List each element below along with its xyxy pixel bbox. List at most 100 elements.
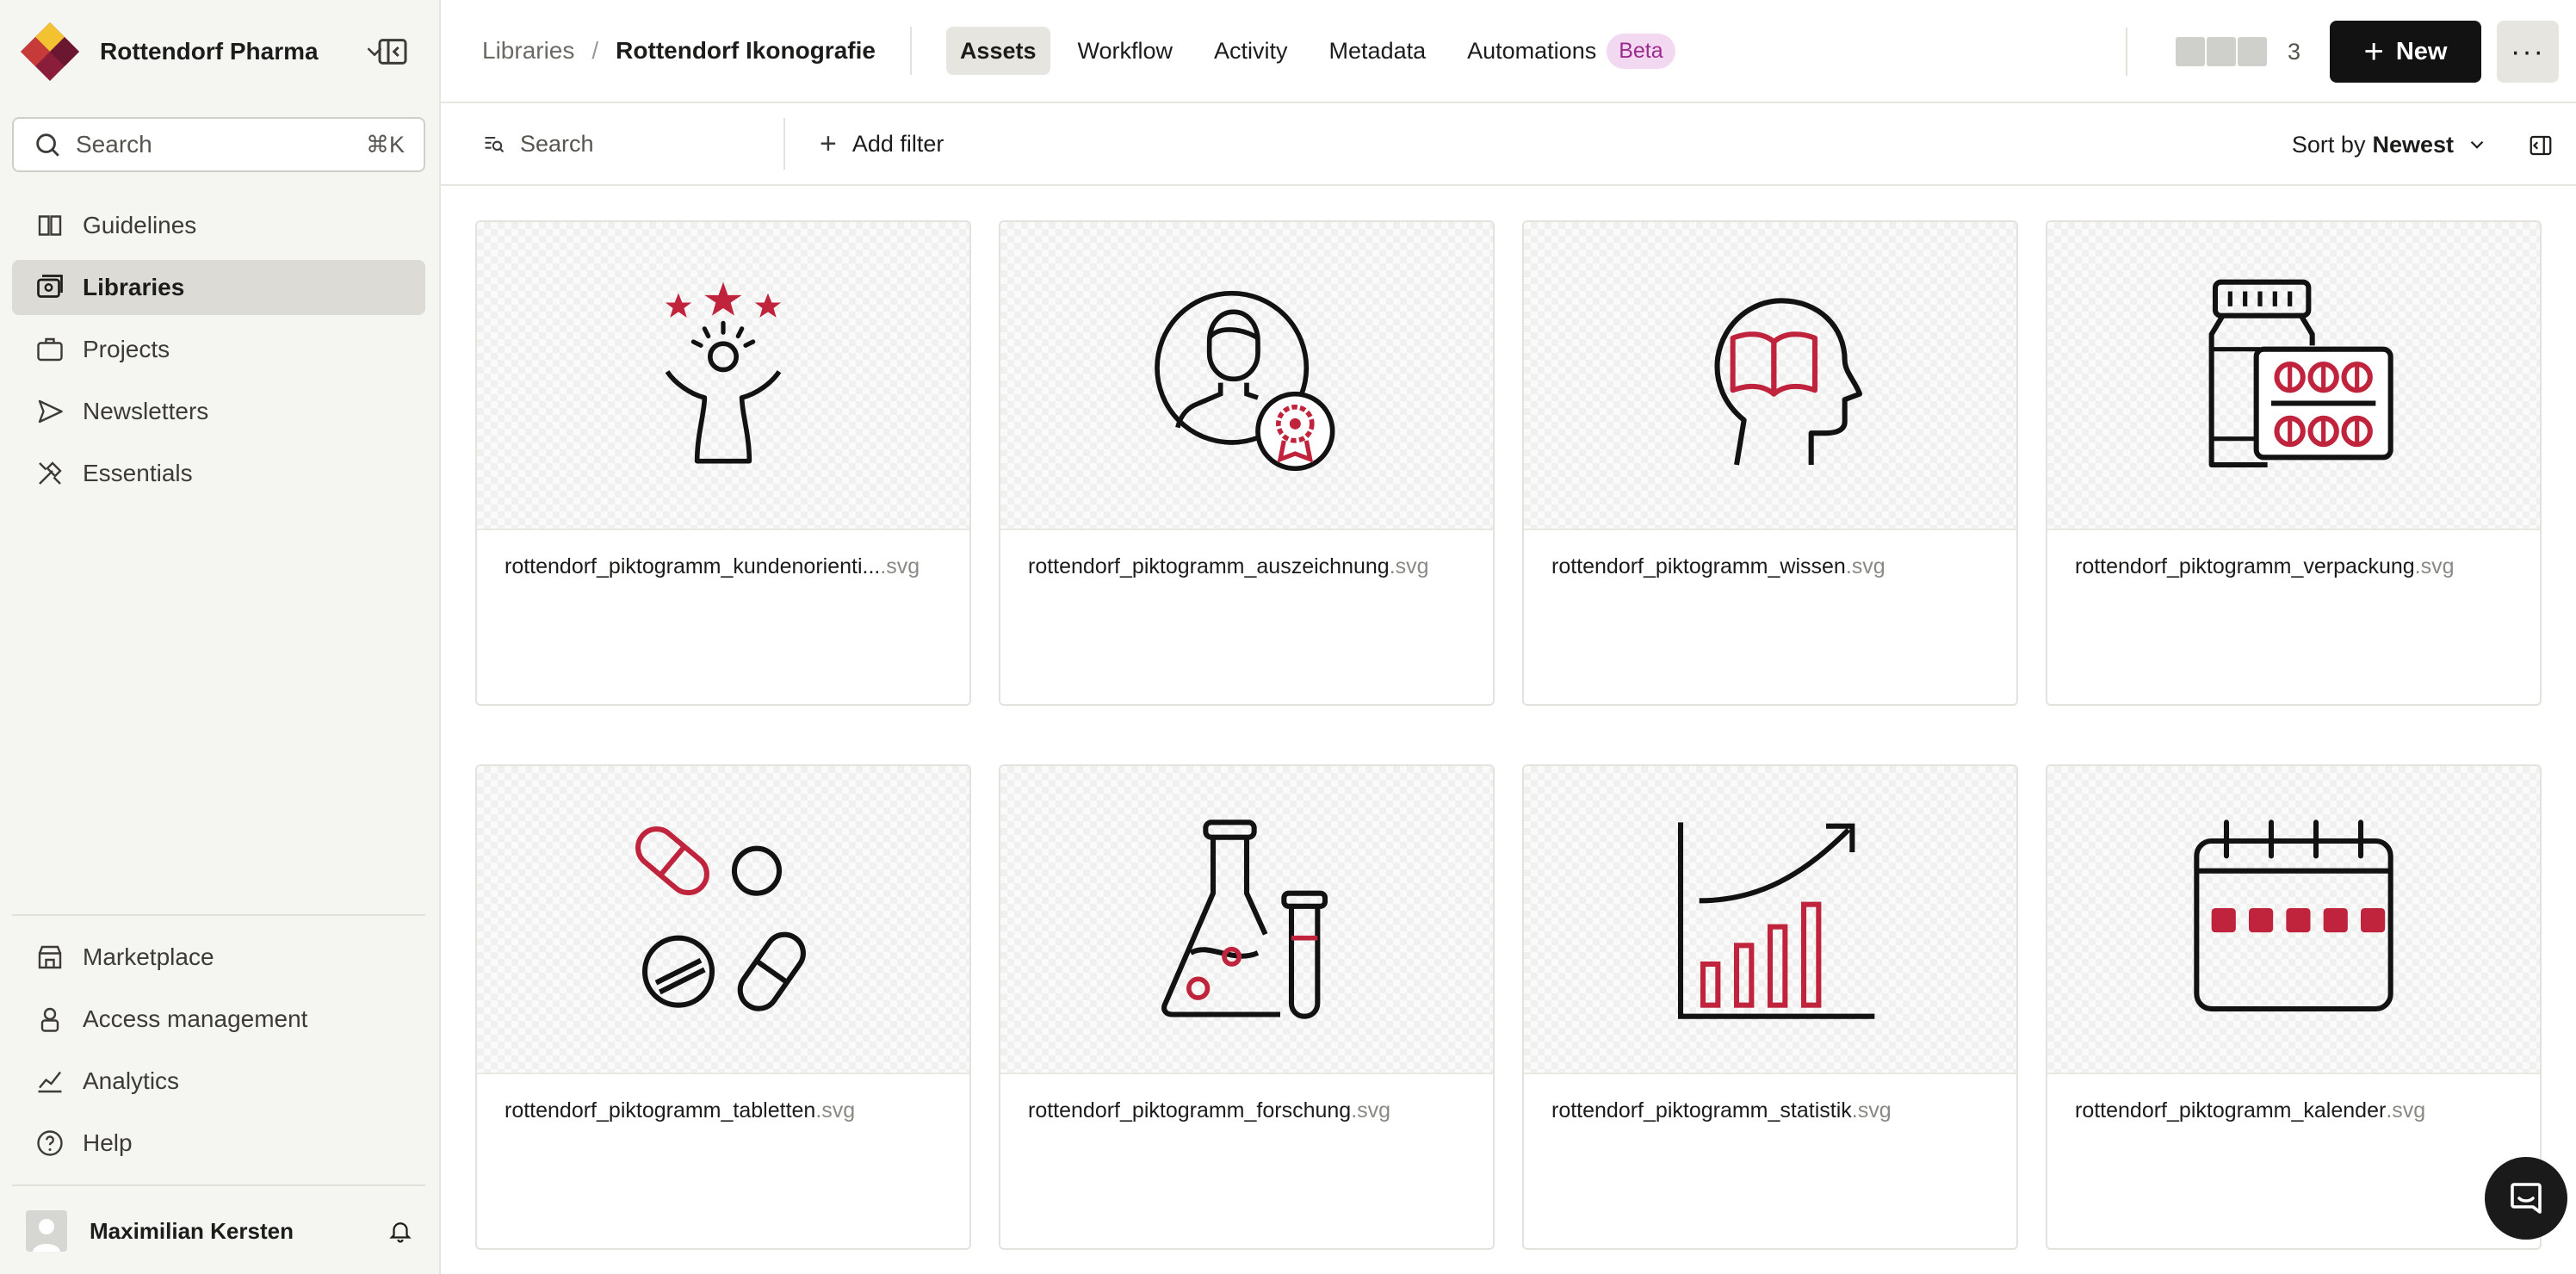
breadcrumb-libraries[interactable]: Libraries [482,37,574,65]
sort-prefix: Sort by [2291,131,2366,158]
details-panel-icon[interactable] [2528,133,2554,158]
more-icon: ··· [2511,34,2545,68]
member-count: 3 [2287,38,2300,65]
add-filter-button[interactable]: + Add filter [820,127,944,161]
sidebar-item-newsletters[interactable]: Newsletters [12,384,425,439]
asset-filename: rottendorf_piktogramm_wissen .svg [1524,530,2016,603]
newsletters-icon [38,399,63,424]
analytics-icon [38,1071,62,1093]
essentials-icon [39,461,62,485]
asset-card[interactable]: rottendorf_piktogramm_statistik .svg [1522,764,2018,1250]
asset-filename: rottendorf_piktogramm_kalender .svg [2047,1074,2540,1147]
workspace-name: Rottendorf Pharma [100,38,319,65]
divider [2125,28,2127,76]
main-content: Libraries / Rottendorf Ikonografie Asset… [441,0,2576,1274]
asset-card[interactable]: rottendorf_piktogramm_auszeichnung .svg [999,220,1495,706]
asset-card[interactable]: rottendorf_piktogramm_kundenorienti... .s… [475,220,971,706]
libraries-icon [37,275,63,298]
sidebar-item-label: Marketplace [83,943,214,970]
statistics-chart-icon [1677,822,1875,1019]
guidelines-icon [38,215,62,236]
asset-thumbnail [477,766,969,1074]
asset-filename-ext: .svg [880,554,920,578]
sidebar-item-label: Analytics [83,1067,180,1094]
asset-filename-base: rottendorf_piktogramm_wissen [1551,554,1846,578]
asset-card[interactable]: rottendorf_piktogramm_kalender .svg [2046,764,2542,1250]
asset-card[interactable]: rottendorf_piktogramm_wissen .svg [1522,220,2018,706]
sidebar-nav-top: Guidelines Libraries Projects Newsletter… [12,198,425,508]
sidebar-item-label: Help [83,1129,133,1156]
divider [909,27,912,75]
sidebar-item-label: Newsletters [83,398,209,424]
user-menu[interactable]: Maximilian Kersten [26,1207,413,1255]
asset-thumbnail [1000,222,1493,530]
sidebar-divider [12,1184,425,1186]
plus-icon: + [2363,33,2384,71]
new-button[interactable]: + New [2330,21,2481,83]
sidebar-item-help[interactable]: Help [12,1116,425,1171]
workspace-logo [21,22,79,81]
asset-thumbnail [1000,766,1493,1074]
research-flask-icon [1161,819,1328,1019]
asset-filename: rottendorf_piktogramm_kundenorienti... .s… [477,530,969,603]
search-icon [36,133,59,157]
asset-card[interactable]: rottendorf_piktogramm_tabletten .svg [475,764,971,1250]
members-avatars[interactable] [2175,37,2269,66]
asset-card[interactable]: rottendorf_piktogramm_verpackung .svg [2046,220,2542,706]
asset-thumbnail [477,222,969,530]
sidebar-item-label: Guidelines [83,212,197,238]
asset-filename-ext: .svg [1851,1098,1892,1122]
sort-dropdown[interactable]: Sort by Newest [2292,103,2488,186]
asset-filename-ext: .svg [2386,1098,2426,1122]
sidebar-item-label: Projects [83,336,170,362]
breadcrumb-current: Rottendorf Ikonografie [616,37,876,64]
asset-card[interactable]: rottendorf_piktogramm_forschung .svg [999,764,1495,1250]
sidebar-item-guidelines[interactable]: Guidelines [12,198,425,253]
tab-automations[interactable]: Automations Beta [1453,27,1689,75]
sidebar: Rottendorf Pharma Search ⌘K Guidelines L… [0,0,441,1274]
sidebar-item-label: Access management [83,1005,308,1032]
asset-filename: rottendorf_piktogramm_verpackung .svg [2047,530,2540,603]
asset-filename-base: rottendorf_piktogramm_statistik [1551,1098,1852,1122]
chat-icon [2511,1183,2542,1214]
workspace-switcher[interactable]: Rottendorf Pharma [19,21,424,83]
tab-workflow[interactable]: Workflow [1064,27,1187,75]
asset-thumbnail [2047,222,2540,530]
tab-metadata[interactable]: Metadata [1316,27,1440,75]
sidebar-item-marketplace[interactable]: Marketplace [12,930,425,985]
asset-filename: rottendorf_piktogramm_auszeichnung .svg [1000,530,1493,603]
chat-support-button[interactable] [2485,1157,2567,1240]
search-shortcut: ⌘K [365,131,405,158]
asset-filename-base: rottendorf_piktogramm_forschung [1028,1098,1352,1122]
sidebar-item-libraries[interactable]: Libraries [12,260,425,315]
asset-filename-base: rottendorf_piktogramm_verpackung [2075,554,2415,578]
asset-search-input[interactable]: Search [482,118,785,170]
tab-automations-label: Automations [1467,37,1597,64]
knowledge-head-icon [1714,298,1863,466]
collapse-sidebar-icon[interactable] [375,34,410,69]
avatar [2175,37,2205,66]
help-icon [37,1130,63,1156]
asset-filename-base: rottendorf_piktogramm_tabletten [505,1098,816,1122]
search-input[interactable]: Search ⌘K [12,117,425,172]
packaging-icon [2208,279,2393,468]
more-options-button[interactable]: ··· [2497,21,2559,83]
asset-filename-ext: .svg [815,1098,856,1122]
asset-thumbnail [1524,222,2016,530]
projects-icon [37,337,63,362]
topbar: Libraries / Rottendorf Ikonografie Asset… [441,0,2576,103]
asset-grid: rottendorf_piktogramm_kundenorienti... .s… [475,220,2542,1250]
sidebar-item-projects[interactable]: Projects [12,322,425,377]
sidebar-item-essentials[interactable]: Essentials [12,446,425,501]
sidebar-item-access-management[interactable]: Access management [12,992,425,1047]
add-filter-label: Add filter [851,130,944,157]
calendar-icon [2194,819,2393,1012]
asset-filename-ext: .svg [2414,554,2455,578]
tab-assets[interactable]: Assets [945,27,1050,75]
bell-icon[interactable] [387,1218,413,1244]
search-placeholder: Search [76,131,152,158]
chevron-down-icon [2470,140,2484,149]
asset-filename: rottendorf_piktogramm_statistik .svg [1524,1074,2016,1147]
tab-activity[interactable]: Activity [1200,27,1302,75]
sidebar-item-analytics[interactable]: Analytics [12,1054,425,1109]
